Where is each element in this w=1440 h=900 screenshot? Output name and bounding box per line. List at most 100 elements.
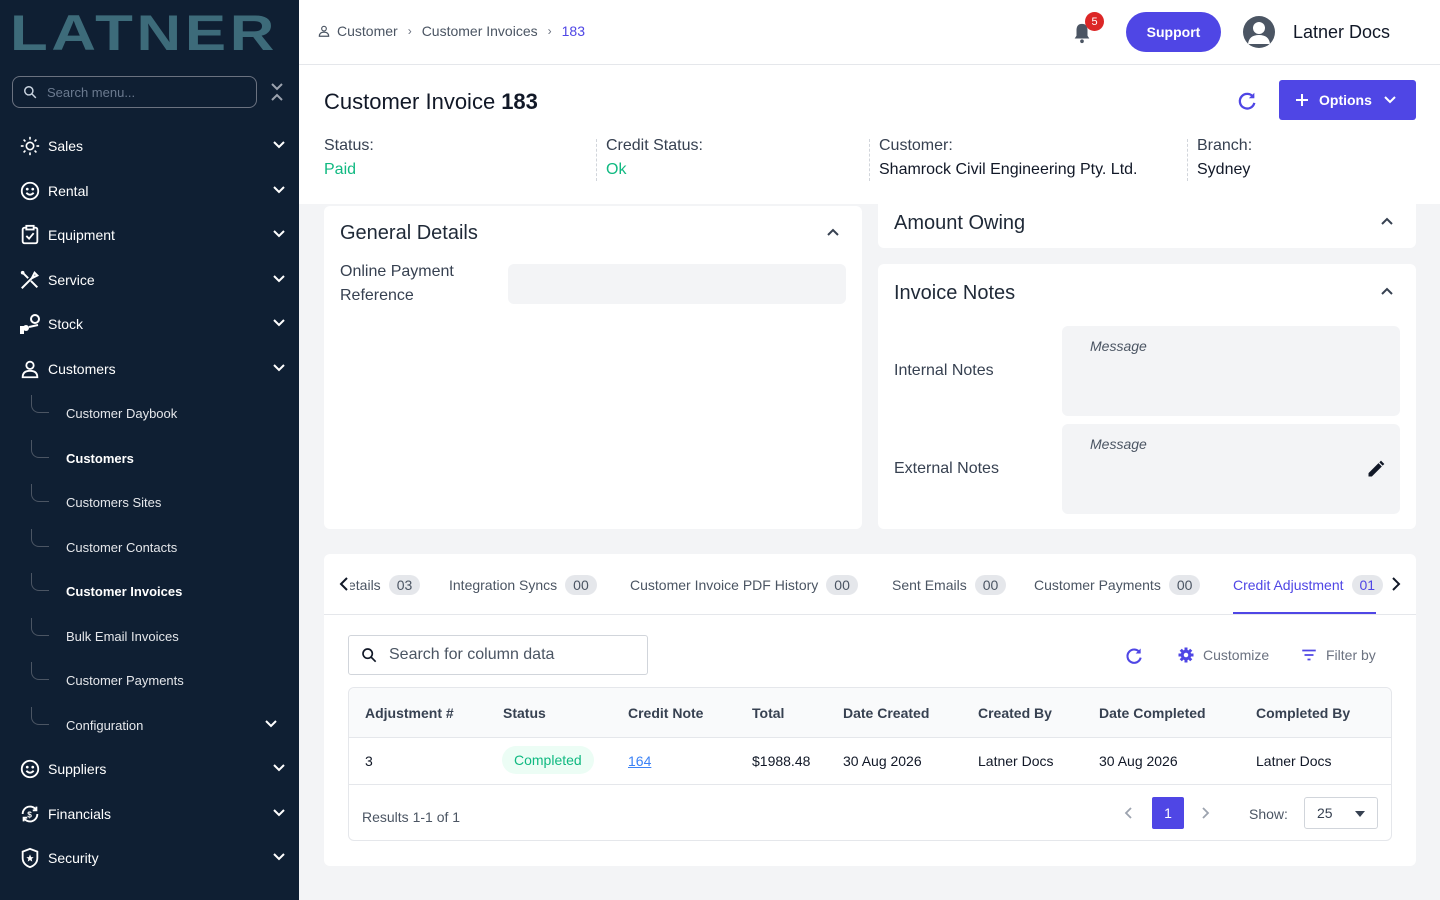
chevron-down-icon <box>273 809 285 817</box>
status-value: Paid <box>324 161 357 178</box>
sidebar-item-rental[interactable]: Rental <box>0 171 299 211</box>
status-label: Status: <box>324 137 374 154</box>
service-icon <box>18 268 42 292</box>
chevron-down-icon <box>273 141 285 149</box>
user-name[interactable]: Latner Docs <box>1293 22 1390 43</box>
tree-branch <box>31 484 49 502</box>
search-icon <box>362 648 377 663</box>
sidebar-subitem-customer-contacts[interactable]: Customer Contacts <box>31 529 299 565</box>
sidebar-search-input[interactable] <box>47 84 237 100</box>
tab-sent-emails[interactable]: Sent Emails 00 <box>892 573 1007 597</box>
sidebar-item-sales[interactable]: Sales <box>0 126 299 166</box>
sidebar-item-security[interactable]: Security <box>0 838 299 878</box>
chevron-down-icon <box>265 720 277 728</box>
sidebar-subitem-customer-daybook[interactable]: Customer Daybook <box>31 395 299 431</box>
breadcrumb-customer-invoices[interactable]: Customer Invoices <box>422 23 538 39</box>
online-payment-reference-input[interactable] <box>508 264 846 304</box>
tab-label: Customer Payments <box>1034 577 1161 593</box>
rental-icon <box>18 179 42 203</box>
cell-adjustment: 3 <box>365 753 373 769</box>
sidebar-item-customers[interactable]: Customers <box>0 349 299 389</box>
chevron-left-icon[interactable] <box>338 576 350 592</box>
breadcrumb: Customer › Customer Invoices › 183 <box>317 23 585 39</box>
breadcrumb-separator: › <box>547 24 552 38</box>
latner-logo: LATNER <box>10 10 275 54</box>
column-header[interactable]: Completed By <box>1256 705 1350 721</box>
chevron-up-icon[interactable] <box>1380 214 1394 228</box>
tab-credit-adjustment[interactable]: Credit Adjustment 01 <box>1233 573 1384 597</box>
tab-details[interactable]: etails 03 <box>348 573 421 597</box>
table-search[interactable] <box>348 635 648 675</box>
top-bar: Customer › Customer Invoices › 183 5 Sup… <box>299 0 1440 65</box>
credit-note-link[interactable]: 164 <box>628 753 651 769</box>
chevron-right-icon[interactable] <box>1390 576 1402 592</box>
tab-customer-invoice-pdf-history[interactable]: Customer Invoice PDF History 00 <box>630 573 858 597</box>
sidebar-item-label: Rental <box>48 183 89 199</box>
sidebar-item-stock[interactable]: Stock <box>0 304 299 344</box>
sidebar-subitem-bulk-email-invoices[interactable]: Bulk Email Invoices <box>31 618 299 654</box>
column-header[interactable]: Adjustment # <box>365 705 454 721</box>
sidebar-subitem-customers-sites[interactable]: Customers Sites <box>31 484 299 520</box>
svg-text:$: $ <box>27 811 32 820</box>
sidebar-subitem-customer-payments[interactable]: Customer Payments <box>31 662 299 698</box>
sidebar-search[interactable] <box>12 76 257 108</box>
table-row[interactable]: 3 Completed 164 $1988.48 30 Aug 2026 Lat… <box>349 738 1391 785</box>
avatar-icon <box>1248 22 1270 44</box>
avatar[interactable] <box>1243 16 1275 48</box>
sidebar-subitem-customer-invoices[interactable]: Customer Invoices <box>31 573 299 609</box>
customize-button[interactable]: Customize <box>1177 646 1269 664</box>
sidebar-item-label: Security <box>48 850 99 866</box>
options-button[interactable]: Options <box>1279 80 1416 120</box>
external-notes-placeholder: Message <box>1090 436 1147 452</box>
sidebar-item-equipment[interactable]: Equipment <box>0 215 299 255</box>
online-payment-reference-label: Online Payment Reference <box>340 260 454 308</box>
credit-adjustment-table: Adjustment # Status Credit Note Total Da… <box>348 687 1392 841</box>
page-button-current[interactable]: 1 <box>1152 797 1184 829</box>
tab-integration-syncs[interactable]: Integration Syncs 00 <box>449 573 597 597</box>
options-label: Options <box>1319 92 1372 108</box>
label-line: Online Payment <box>340 263 454 280</box>
breadcrumb-current: 183 <box>561 23 585 39</box>
chevron-up-icon[interactable] <box>826 225 840 239</box>
next-page-icon[interactable] <box>1199 806 1211 820</box>
sidebar-subitem-configuration[interactable]: Configuration <box>31 707 299 743</box>
customer-value[interactable]: Shamrock Civil Engineering Pty. Ltd. <box>879 161 1137 179</box>
general-details-title: General Details <box>340 222 478 244</box>
tab-count: 01 <box>1351 575 1384 595</box>
internal-notes-label: Internal Notes <box>894 362 994 379</box>
results-count: Results 1-1 of 1 <box>362 809 461 825</box>
branch-label: Branch: <box>1197 137 1253 154</box>
refresh-icon[interactable] <box>1236 90 1258 112</box>
related-records-card: etails 03 Integration Syncs 00 Customer In… <box>324 554 1416 866</box>
invoice-notes-card: Invoice Notes Internal Notes Message Ext… <box>878 264 1416 529</box>
table-search-input[interactable] <box>389 646 639 664</box>
sidebar-item-service[interactable]: Service <box>0 260 299 300</box>
pencil-icon[interactable] <box>1366 459 1386 479</box>
sidebar-item-financials[interactable]: $ Financials <box>0 794 299 834</box>
table-header: Adjustment # Status Credit Note Total Da… <box>349 688 1391 738</box>
sidebar-item-label: Customers <box>48 361 116 377</box>
tab-customer-payments[interactable]: Customer Payments 00 <box>1034 573 1201 597</box>
sidebar-item-suppliers[interactable]: Suppliers <box>0 749 299 789</box>
stock-icon <box>18 312 42 336</box>
chevron-up-icon[interactable] <box>1380 284 1394 298</box>
sidebar-subitem-customers[interactable]: Customers <box>31 440 299 476</box>
column-header[interactable]: Credit Note <box>628 705 703 721</box>
breadcrumb-customer[interactable]: Customer <box>337 23 398 39</box>
customer-label: Customer: <box>879 137 953 154</box>
page-size-select[interactable]: 25 <box>1304 797 1378 829</box>
column-header[interactable]: Status <box>503 705 546 721</box>
sidebar-item-label: Stock <box>48 316 84 332</box>
column-header[interactable]: Total <box>752 705 784 721</box>
filter-button[interactable]: Filter by <box>1300 646 1376 664</box>
column-header[interactable]: Created By <box>978 705 1052 721</box>
collapse-sidebar-icon[interactable] <box>268 82 286 102</box>
support-button[interactable]: Support <box>1126 12 1221 52</box>
column-header[interactable]: Date Completed <box>1099 705 1206 721</box>
sales-icon <box>18 134 42 158</box>
prev-page-icon[interactable] <box>1123 806 1135 820</box>
column-header[interactable]: Date Created <box>843 705 929 721</box>
sidebar: LATNER Sales Rental Equipment Service St… <box>0 0 299 900</box>
refresh-icon[interactable] <box>1124 646 1144 666</box>
sidebar-item-label: Equipment <box>48 227 115 243</box>
